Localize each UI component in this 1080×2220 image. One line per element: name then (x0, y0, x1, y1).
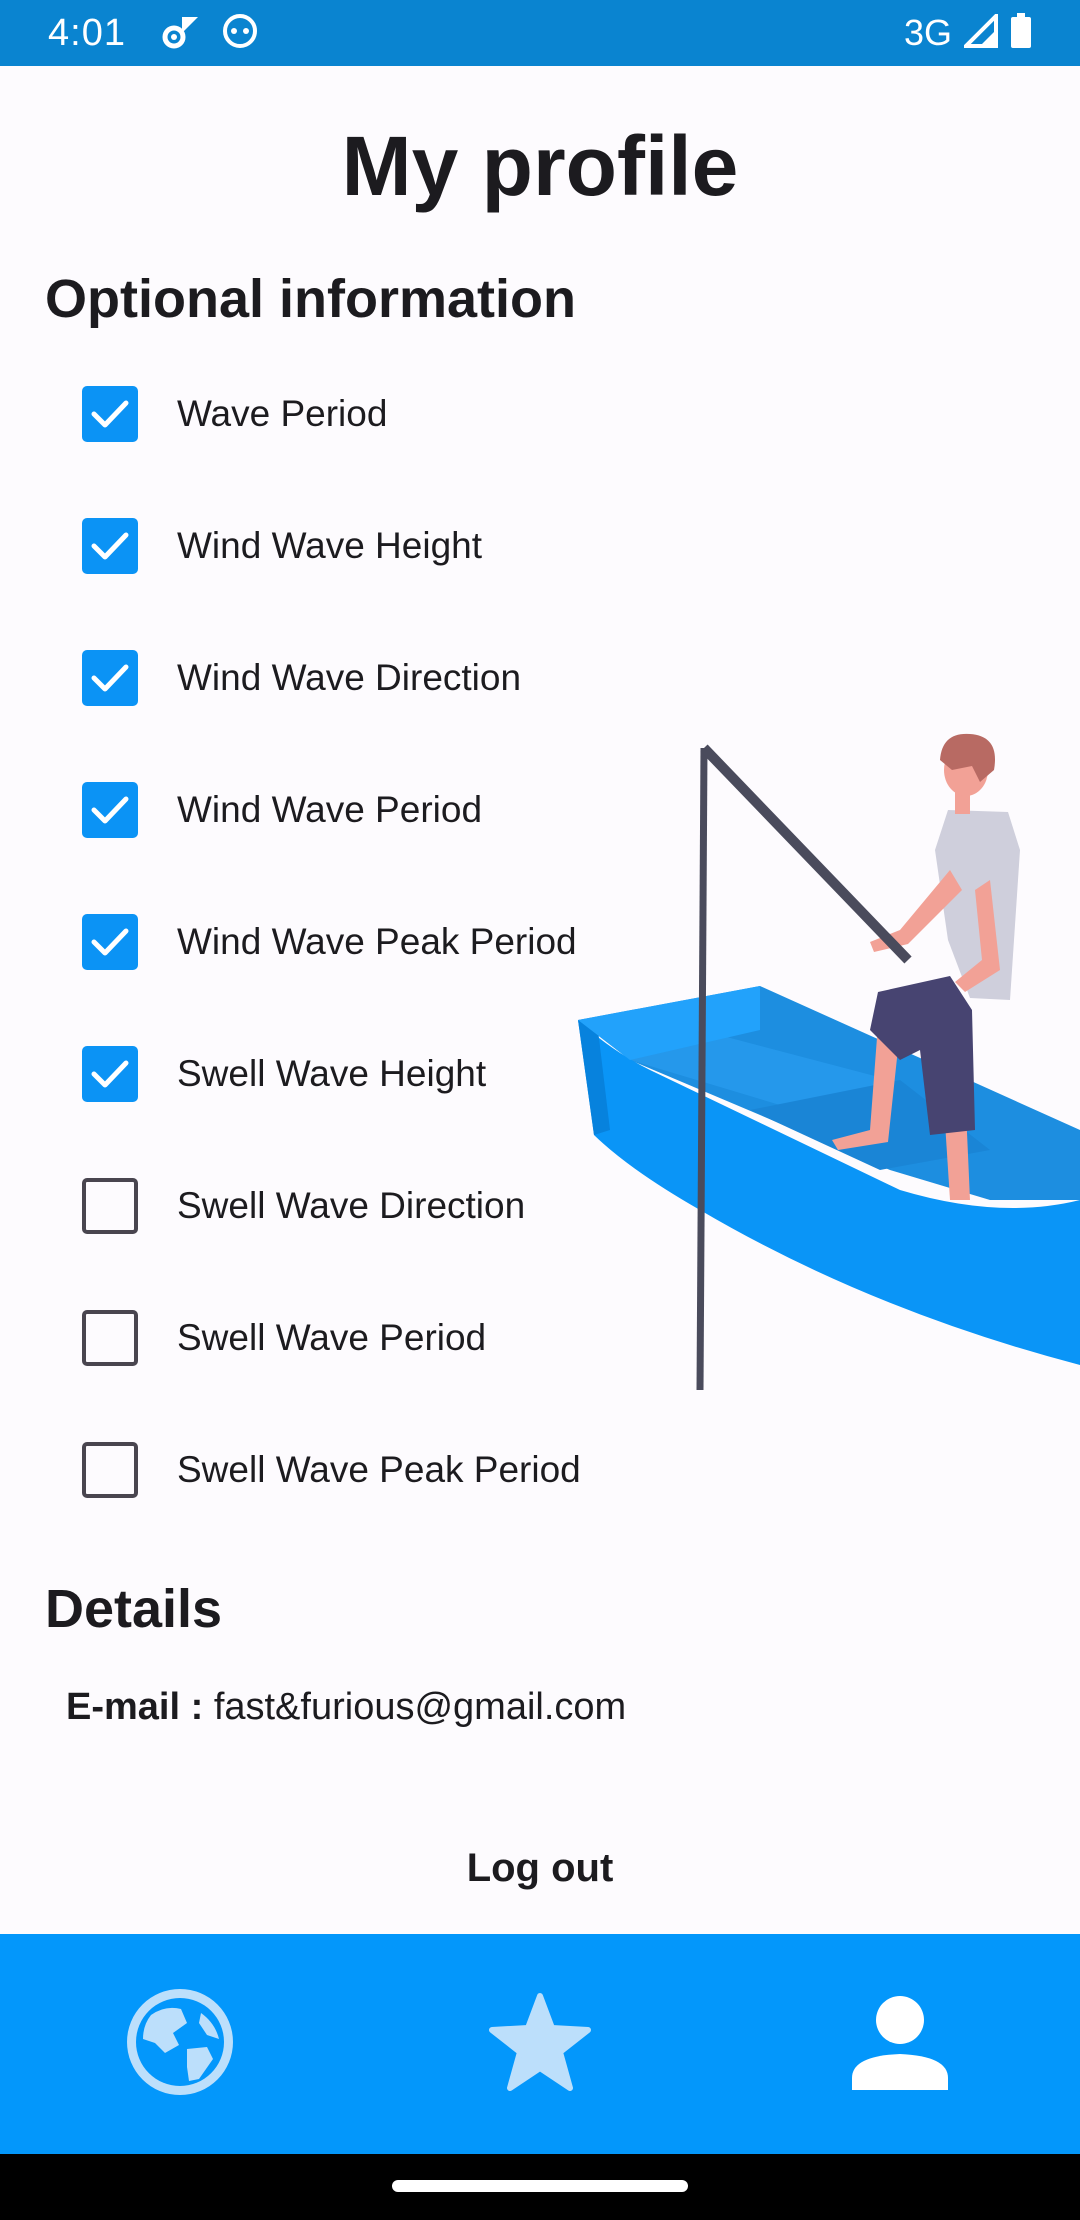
email-row: E-mail : fast&furious@gmail.com (66, 1686, 626, 1729)
option-label: Wave Period (177, 393, 388, 434)
option-swell-wave-period[interactable]: Swell Wave Period (82, 1308, 486, 1368)
details-heading: Details (45, 1579, 223, 1639)
check-icon (91, 400, 129, 428)
option-label: Wind Wave Peak Period (177, 921, 577, 962)
globe-icon (121, 1983, 239, 2106)
check-icon (91, 928, 129, 956)
optional-info-heading: Optional information (45, 269, 576, 329)
option-swell-wave-peak-period[interactable]: Swell Wave Peak Period (82, 1440, 581, 1500)
option-swell-wave-direction[interactable]: Swell Wave Direction (82, 1176, 525, 1236)
nav-globe[interactable] (80, 1944, 280, 2144)
option-label: Wind Wave Period (177, 789, 483, 830)
battery-icon (1010, 12, 1032, 54)
checkbox-checked[interactable] (82, 914, 138, 970)
option-wind-wave-height[interactable]: Wind Wave Height (82, 516, 482, 576)
logout-button[interactable]: Log out (390, 1846, 690, 1891)
network-type: 3G (903, 12, 952, 53)
checkbox-unchecked[interactable] (82, 1310, 138, 1366)
option-label: Swell Wave Height (177, 1053, 487, 1094)
checkbox-checked[interactable] (82, 386, 138, 442)
email-label: E-mail : (66, 1686, 204, 1728)
option-wave-period[interactable]: Wave Period (82, 384, 387, 444)
settings-sync-icon (160, 13, 200, 54)
android-icon (222, 13, 258, 54)
status-time: 4:01 (48, 11, 126, 54)
email-value: fast&furious@gmail.com (213, 1686, 627, 1728)
option-label: Wind Wave Height (177, 525, 483, 566)
checkbox-checked[interactable] (82, 782, 138, 838)
person-icon (850, 1994, 950, 2095)
fisherman-illustration (570, 730, 1080, 1391)
checkbox-checked[interactable] (82, 518, 138, 574)
page-title: My profile (341, 119, 739, 213)
option-label: Swell Wave Period (177, 1317, 487, 1358)
status-right: 3G (903, 10, 1032, 54)
status-icons-left (160, 13, 258, 54)
nav-favorites[interactable] (440, 1944, 640, 2144)
check-icon (91, 664, 129, 692)
signal-icon (961, 10, 998, 53)
check-icon (91, 532, 129, 560)
check-icon (91, 1060, 129, 1088)
checkbox-checked[interactable] (82, 1046, 138, 1102)
option-label: Wind Wave Direction (177, 657, 522, 698)
checkbox-unchecked[interactable] (82, 1442, 138, 1498)
option-swell-wave-height[interactable]: Swell Wave Height (82, 1044, 486, 1104)
gesture-handle[interactable] (392, 2180, 688, 2192)
checkbox-checked[interactable] (82, 650, 138, 706)
option-wind-wave-direction[interactable]: Wind Wave Direction (82, 648, 521, 708)
option-wind-wave-peak-period[interactable]: Wind Wave Peak Period (82, 912, 577, 972)
nav-profile[interactable] (800, 1944, 1000, 2144)
star-icon (488, 1992, 592, 2097)
checkbox-unchecked[interactable] (82, 1178, 138, 1234)
option-label: Swell Wave Direction (177, 1185, 526, 1226)
check-icon (91, 796, 129, 824)
option-wind-wave-period[interactable]: Wind Wave Period (82, 780, 482, 840)
status-bar: 4:01 3G (0, 0, 1080, 66)
bottom-nav (0, 1934, 1080, 2154)
option-label: Swell Wave Peak Period (177, 1449, 581, 1490)
